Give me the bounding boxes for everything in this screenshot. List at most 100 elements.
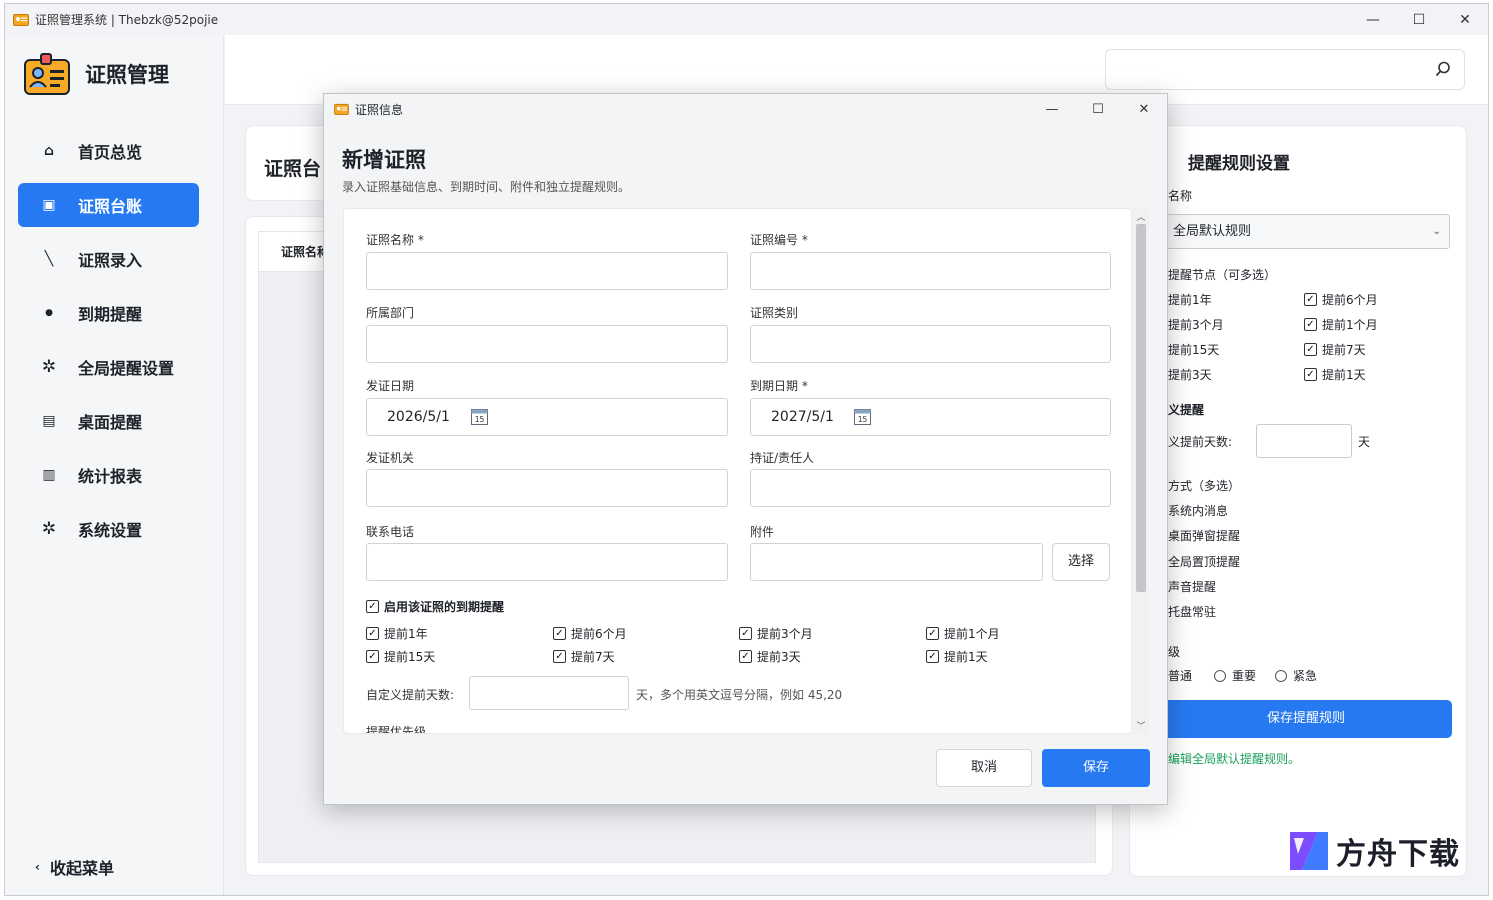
checkbox-checked-icon: ✓ (366, 600, 379, 613)
sidebar-item-label: 统计报表 (78, 467, 143, 486)
checkbox-checked-icon: ✓ (366, 650, 379, 663)
collapse-menu-button[interactable]: ‹ 收起菜单 (35, 855, 114, 879)
node-checkbox[interactable]: ✓ 提前6个月 (1304, 291, 1378, 308)
rule-select[interactable]: 全局默认规则 ⌄ (1160, 214, 1450, 249)
dialog-title-bar: 证照信息 — ☐ ✕ (324, 94, 1167, 124)
holder-field[interactable] (750, 469, 1111, 507)
issue-date-label: 发证日期 (366, 379, 415, 393)
reminder-label: 提前1天 (944, 650, 988, 664)
watermark-text: 方舟下载 (1336, 837, 1460, 872)
maximize-button[interactable]: ☐ (1396, 4, 1442, 35)
reminder-checkbox[interactable]: ✓ 提前7天 (553, 648, 615, 665)
enable-reminder-checkbox[interactable]: ✓ 启用该证照的到期提醒 (366, 598, 504, 615)
node-checkbox[interactable]: 提前1年 (1168, 291, 1212, 308)
checkbox-checked-icon: ✓ (1304, 343, 1317, 356)
custom-days-input[interactable] (1256, 424, 1352, 458)
method-option[interactable]: 托盘常驻 (1168, 603, 1216, 620)
dialog-window-title: 证照信息 (355, 102, 404, 117)
calendar-icon[interactable]: 15 (471, 408, 488, 425)
scrollbar-thumb[interactable] (1136, 224, 1146, 592)
choose-file-button[interactable]: 选择 (1052, 543, 1110, 581)
calendar-icon[interactable]: 15 (854, 408, 871, 425)
save-rules-button[interactable]: 保存提醒规则 (1160, 700, 1452, 738)
reminder-label: 提前7天 (571, 650, 615, 664)
reminder-label: 提前1年 (384, 627, 428, 641)
dept-field[interactable] (366, 325, 728, 363)
priority-radio-urgent[interactable]: 紧急 (1275, 667, 1317, 684)
close-button[interactable]: ✕ (1442, 4, 1488, 35)
chevron-left-icon: ‹ (35, 860, 40, 874)
save-button[interactable]: 保存 (1042, 749, 1150, 787)
node-checkbox[interactable]: 提前15天 (1168, 341, 1219, 358)
sidebar-item-expiry[interactable]: ● 到期提醒 (18, 291, 199, 335)
reminder-checkbox[interactable]: ✓ 提前3天 (739, 648, 801, 665)
method-option[interactable]: 全局置顶提醒 (1168, 553, 1240, 570)
sidebar-item-entry[interactable]: ╲ 证照录入 (18, 237, 199, 281)
checkbox-checked-icon: ✓ (1304, 318, 1317, 331)
name-field[interactable] (366, 252, 728, 290)
enable-reminder-label: 启用该证照的到期提醒 (384, 600, 505, 614)
priority-radio-normal[interactable]: 普通 (1168, 667, 1192, 684)
priority-option-label: 重要 (1232, 669, 1257, 683)
svg-text:15: 15 (858, 415, 868, 424)
dept-label: 所属部门 (366, 306, 415, 320)
category-field[interactable] (750, 325, 1111, 363)
chevron-down-icon: ⌄ (1432, 226, 1441, 237)
priority-label: 提醒优先级 (366, 725, 427, 734)
brand: 证照管理 (23, 51, 169, 97)
dialog-close-button[interactable]: ✕ (1121, 94, 1167, 124)
reminder-label: 提前3个月 (757, 627, 813, 641)
minimize-button[interactable]: — (1350, 4, 1396, 35)
sidebar-item-settings[interactable]: ✲ 系统设置 (18, 507, 199, 551)
reminder-checkbox[interactable]: ✓ 提前1年 (366, 625, 428, 642)
attachment-field[interactable] (750, 543, 1043, 581)
cancel-button[interactable]: 取消 (936, 749, 1032, 787)
reminder-checkbox[interactable]: ✓ 提前1天 (926, 648, 988, 665)
custom-days-input[interactable] (469, 676, 629, 710)
sidebar-item-report[interactable]: ▥ 统计报表 (18, 453, 199, 497)
reminder-checkbox[interactable]: ✓ 提前6个月 (553, 625, 627, 642)
node-checkbox[interactable]: 提前3个月 (1168, 316, 1224, 333)
dialog-minimize-button[interactable]: — (1029, 94, 1075, 124)
method-option[interactable]: 桌面弹窗提醒 (1168, 527, 1240, 544)
search-icon (1435, 61, 1450, 77)
priority-option-label: 普通 (1168, 669, 1193, 683)
sidebar-item-desktop-reminder[interactable]: ▤ 桌面提醒 (18, 399, 199, 443)
sidebar-item-label: 首页总览 (78, 143, 143, 162)
node-checkbox[interactable]: 提前3天 (1168, 366, 1212, 383)
rule-select-value: 全局默认规则 (1173, 224, 1252, 239)
holder-label: 持证/责任人 (750, 451, 815, 465)
reminder-checkbox[interactable]: ✓ 提前15天 (366, 648, 435, 665)
category-label: 证照类别 (750, 306, 799, 320)
priority-radio-important[interactable]: 重要 (1214, 667, 1256, 684)
reminder-checkbox[interactable]: ✓ 提前3个月 (739, 625, 813, 642)
sidebar-item-ledger[interactable]: ▣ 证照台账 (18, 183, 199, 227)
node-label: 提前1天 (1322, 368, 1366, 382)
phone-field[interactable] (366, 543, 728, 581)
method-option[interactable]: 声音提醒 (1168, 578, 1216, 595)
phone-label: 联系电话 (366, 525, 415, 539)
issue-date-picker[interactable]: 2026/5/1 15 (366, 398, 728, 436)
sidebar-item-global-reminder[interactable]: ✲ 全局提醒设置 (18, 345, 199, 389)
node-checkbox[interactable]: ✓ 提前1天 (1304, 366, 1366, 383)
home-icon: ⌂ (43, 143, 55, 159)
node-checkbox[interactable]: ✓ 提前1个月 (1304, 316, 1378, 333)
method-option[interactable]: 系统内消息 (1168, 502, 1228, 519)
form-scrollbar[interactable]: ︿ ﹀ (1133, 208, 1149, 734)
node-checkbox[interactable]: ✓ 提前7天 (1304, 341, 1366, 358)
dialog-maximize-button[interactable]: ☐ (1075, 94, 1121, 124)
search-input[interactable] (1105, 49, 1465, 90)
sidebar-item-home[interactable]: ⌂ 首页总览 (18, 129, 199, 173)
expire-date-picker[interactable]: 2027/5/1 15 (750, 398, 1111, 436)
chart-icon: ▥ (42, 467, 56, 483)
number-field[interactable] (750, 252, 1111, 290)
sidebar-item-label: 桌面提醒 (78, 413, 143, 432)
chevron-down-icon[interactable]: ﹀ (1133, 719, 1149, 732)
chevron-up-icon[interactable]: ︿ (1133, 210, 1149, 223)
authority-field[interactable] (366, 469, 728, 507)
authority-label: 发证机关 (366, 451, 415, 465)
sidebar-item-label: 系统设置 (78, 521, 143, 540)
rule-hint: 编辑全局默认提醒规则。 (1168, 752, 1301, 766)
methods-label: 方式（多选） (1168, 479, 1241, 493)
reminder-checkbox[interactable]: ✓ 提前1个月 (926, 625, 1000, 642)
